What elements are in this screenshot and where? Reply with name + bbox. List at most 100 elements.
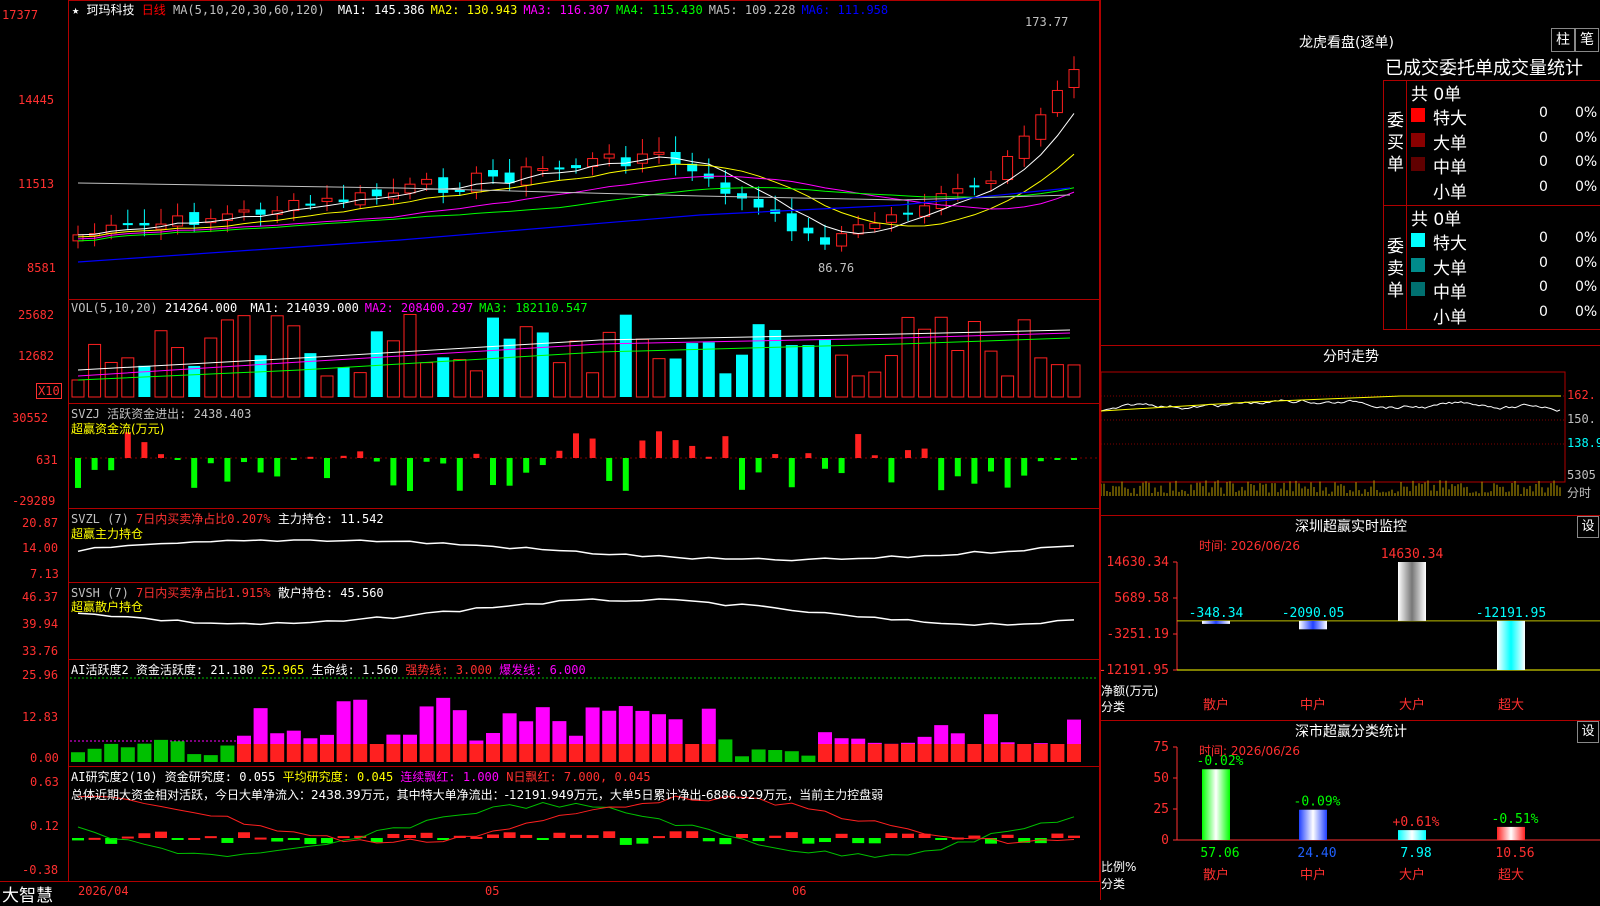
ai2-bar [338,836,350,838]
monitor-axis-label: -3251.19 [1106,627,1169,642]
star-icon[interactable]: ★ [72,3,79,17]
sell-total: 共 0单 [1411,205,1461,230]
buy-count: 0 [1539,154,1548,170]
svsh-axis-1: 39.94 [22,617,58,631]
dragon-panel[interactable]: 龙虎看盘(逐单) 柱 笔 已成交委托单成交量统计 委买单 委卖单 共 0单 共 … [1100,0,1600,345]
tick-mode-button[interactable]: 笔 [1575,28,1599,52]
vol-bar-up [653,359,665,397]
ai1-bar-red [503,744,517,762]
vol-bar-up [155,331,167,397]
ai1-bar-red [1050,744,1064,762]
ma-line-60 [78,183,1070,200]
vol-bar-down [338,367,350,397]
svzj-bar [722,436,728,458]
sell-pct: 0% [1575,304,1597,320]
ai2-bar [421,833,433,838]
svzj-bar [805,453,811,458]
ai1-bar-green [752,749,766,762]
date-bar[interactable] [0,881,1100,901]
ai1-bar-magenta [835,738,849,744]
vol-bar-up [1068,365,1080,397]
ai1-bar-magenta [453,710,467,744]
svsh-axis-0: 46.37 [22,590,58,604]
ai1-bar-magenta [702,709,716,744]
intraday-chart[interactable] [1101,366,1600,516]
buy-pct: 0% [1575,105,1597,121]
ai1-bar-magenta [586,707,600,744]
candle-down [621,157,631,166]
candle-down [455,190,465,192]
vol-bar-up [454,360,466,397]
classify-xlabel: 分类 [1101,875,1125,892]
vol-bar-up [636,339,648,397]
ai2-bar [371,838,383,842]
sell-name: 中单 [1433,278,1467,303]
buy-name: 大单 [1433,129,1467,154]
classify-panel[interactable]: 深市超赢分类统计 设 时间: 2026/06/26 7550250-0.02%5… [1100,720,1600,900]
ai1-bar-magenta [851,739,865,744]
intraday-panel[interactable]: 分时走势 162. 150. 138.9 5305 分时 [1100,345,1600,515]
ai1-axis-1: 12.83 [22,710,58,724]
classify-bar-value: 10.56 [1495,846,1534,861]
monitor-axis-label: 5689.58 [1114,591,1169,606]
classify-category-label: 中户 [1300,867,1326,883]
sell-row: 小单00% [1409,303,1600,328]
ai1-bar-red [851,744,865,762]
candle-up [604,154,614,158]
vol-bar-up [238,316,250,397]
ai2-bar [437,838,449,840]
svsh-subtitle: 超赢散户持仓 [71,598,143,615]
ai2-bar [902,834,914,838]
kline-header: ★ 珂玛科技 日线 MA(5,10,20,30,60,120) MA1: 145… [72,1,888,18]
box-divider [1406,80,1407,330]
classify-category-label: 散户 [1203,867,1229,883]
svzj-bar [955,458,961,476]
candle-down [505,173,515,184]
monitor-panel[interactable]: 深圳超赢实时监控 设 时间: 2026/06/26 14630.345689.5… [1100,515,1600,720]
buy-row: 特大00% [1409,104,1600,129]
main-chart-svg [0,0,1100,900]
buy-count: 0 [1539,179,1548,195]
vol-bar-up [1051,365,1063,397]
vol-bar-up [985,351,997,397]
ai1-bar-green [718,739,732,762]
ai1-title: AI活跃度2 资金活跃度: 21.180 [71,663,254,677]
candle-up [1069,70,1079,88]
ai2-bar [1051,834,1063,838]
ai1-bar-magenta [1001,742,1015,744]
svzj-bar [1021,458,1027,476]
ai1-bar-magenta [918,737,932,744]
svsh-axis-2: 33.76 [22,644,58,658]
main-chart-area[interactable]: ★ 珂玛科技 日线 MA(5,10,20,30,60,120) MA1: 145… [0,0,1100,900]
intraday-frame [1101,372,1565,482]
vol-bar-down [703,342,715,397]
classify-bar-value: 7.98 [1400,846,1431,861]
intraday-vol-label: 分时 [1567,484,1591,501]
period-label[interactable]: 日线 [142,3,166,17]
svzj-bar [92,458,98,470]
ai2-bar [553,833,565,838]
vol-bar-up [72,380,84,397]
vol-bar-up [421,363,433,397]
svzj-bar [291,458,297,460]
vol-bar-up [553,363,565,397]
ai1-bar-green [88,749,102,762]
monitor-axis-label: -12191.95 [1101,663,1169,678]
ai2-bar [520,835,532,838]
ai1-bar-red [918,744,932,762]
svzl-ratio: 7日内买卖净占比0.207% [136,512,271,526]
bar-mode-button[interactable]: 柱 [1551,28,1575,52]
ai1-bar-red [884,744,898,762]
vol-bar-up [354,373,366,397]
classify-bar-change: -0.09% [1294,795,1341,810]
ai2-bar [155,832,167,838]
svzj-bar [839,458,845,473]
vol-bar-up [935,317,947,397]
buy-label: 委买单 [1387,110,1405,176]
ai2-bar [188,838,200,840]
ai2-bar [1068,836,1080,838]
candle-down [554,167,564,169]
vol-bar-up [869,372,881,397]
svzj-bar [556,451,562,458]
svzj-bar [1038,458,1044,461]
